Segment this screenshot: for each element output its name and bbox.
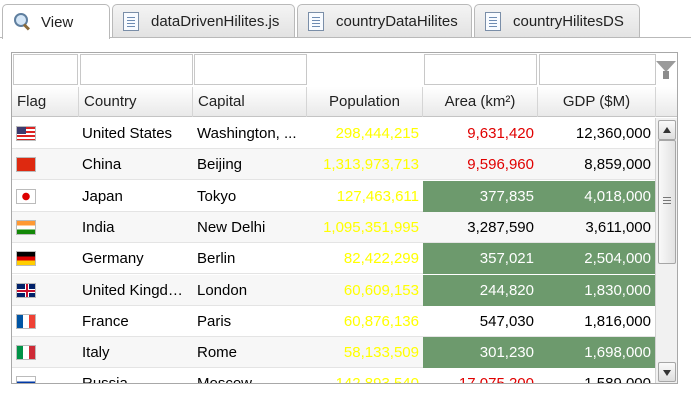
cell-area: 547,030 [479, 312, 534, 330]
cell-country: Germany [82, 250, 144, 268]
cell-gdp: 1,589,000 [584, 375, 651, 384]
document-icon [308, 11, 326, 32]
flag-us-icon [16, 126, 36, 141]
cell-country: United Kingd… [82, 281, 183, 299]
filter-gdp[interactable] [539, 54, 656, 85]
cell-population: 142,893,540 [335, 375, 419, 384]
vertical-scrollbar[interactable] [655, 118, 677, 383]
cell-area: 17,075,200 [458, 375, 534, 384]
cell-capital: Beijing [197, 156, 243, 174]
flag-gb-icon [16, 282, 36, 298]
scroll-thumb[interactable] [658, 140, 676, 264]
table-row[interactable]: Italy Rome 58,133,509 301,230 1,698,000 [12, 337, 655, 369]
cell-gdp: 1,698,000 [538, 337, 655, 369]
filter-editor-row [12, 53, 677, 87]
document-icon [485, 11, 503, 32]
flag-in-icon [16, 219, 36, 235]
cell-population: 82,422,299 [343, 250, 419, 268]
scroll-down-icon[interactable] [658, 362, 676, 382]
header-capital[interactable]: Capital [193, 87, 307, 117]
grid-body: United States Washington, ... 298,444,215 9… [12, 118, 655, 384]
cell-population: 58,133,509 [343, 344, 419, 362]
header-gdp[interactable]: GDP ($M) [538, 87, 656, 117]
cell-gdp: 8,859,000 [584, 156, 651, 174]
cell-country: India [82, 218, 115, 236]
cell-capital: London [197, 281, 248, 299]
cell-capital: Tokyo [197, 187, 237, 205]
scroll-up-icon[interactable] [658, 120, 676, 140]
table-row[interactable]: Russia Moscow 142,893,540 17,075,200 1,589,0… [12, 368, 655, 384]
cell-capital: New Delhi [197, 218, 266, 236]
flag-fr-icon [16, 313, 36, 329]
cell-gdp: 12,360,000 [575, 125, 651, 142]
tab-label: countryHilitesDS [513, 13, 624, 30]
cell-gdp: 1,830,000 [538, 274, 655, 306]
header-area[interactable]: Area (km²) [423, 87, 538, 117]
cell-population: 60,876,136 [343, 312, 419, 330]
filter-capital[interactable] [194, 54, 307, 85]
cell-country: Russia [82, 375, 128, 384]
flag-jp-icon [16, 188, 36, 204]
tab-bar: View dataDrivenHilites.js countryDataHil… [0, 0, 691, 39]
header-country[interactable]: Country [79, 87, 193, 117]
tab-view[interactable]: View [2, 4, 110, 39]
flag-it-icon [16, 345, 36, 361]
funnel-icon[interactable] [655, 59, 677, 81]
flag-cn-icon [16, 157, 36, 173]
cell-capital: Moscow [197, 375, 253, 384]
flag-ru-icon [16, 376, 36, 383]
tab-label: countryDataHilites [336, 13, 458, 30]
table-row[interactable]: United States Washington, ... 298,444,215 9… [12, 118, 655, 149]
tab-countryhilitesds[interactable]: countryHilitesDS [474, 4, 640, 38]
cell-country: Italy [82, 344, 110, 362]
cell-population: 298,444,215 [335, 125, 419, 142]
filter-flag[interactable] [13, 54, 78, 85]
cell-gdp: 3,611,000 [585, 218, 651, 236]
flag-de-icon [16, 251, 36, 267]
table-row[interactable]: Germany Berlin 82,422,299 357,021 2,504,000 [12, 243, 655, 275]
cell-area: 9,631,420 [467, 125, 534, 142]
header-flag[interactable]: Flag [12, 87, 79, 117]
cell-country: United States [82, 125, 173, 142]
filter-country[interactable] [80, 54, 193, 85]
document-icon [123, 11, 141, 32]
cell-gdp: 1,816,000 [584, 312, 651, 330]
cell-capital: Paris [197, 312, 232, 330]
cell-area: 301,230 [423, 337, 538, 369]
header-population[interactable]: Population [307, 87, 423, 117]
table-row[interactable]: India New Delhi 1,095,351,995 3,287,590 3,61… [12, 211, 655, 243]
table-row[interactable]: United Kingd… London 60,609,153 244,820 1,83… [12, 274, 655, 306]
cell-capital: Rome [197, 344, 238, 362]
cell-area: 377,835 [423, 180, 538, 212]
tab-label: View [41, 13, 74, 31]
filter-area[interactable] [424, 54, 537, 85]
column-header-row: Flag Country Capital Population Area (km… [12, 87, 677, 117]
cell-population: 127,463,611 [336, 187, 419, 205]
tab-datadrivenhilites-js[interactable]: dataDrivenHilites.js [112, 4, 295, 38]
cell-population: 1,313,973,713 [323, 156, 419, 174]
cell-gdp: 2,504,000 [538, 243, 655, 275]
table-row[interactable]: France Paris 60,876,136 547,030 1,816,000 [12, 306, 655, 337]
cell-area: 3,287,590 [467, 218, 534, 236]
cell-gdp: 4,018,000 [538, 180, 655, 212]
table-row[interactable]: China Beijing 1,313,973,713 9,596,960 8,859,… [12, 149, 655, 181]
cell-capital: Washington, ... [197, 125, 297, 142]
cell-area: 9,596,960 [467, 156, 534, 174]
cell-country: France [82, 312, 129, 330]
cell-population: 1,095,351,995 [323, 218, 419, 236]
cell-capital: Berlin [197, 250, 236, 268]
cell-country: Japan [82, 187, 123, 205]
cell-area: 357,021 [423, 243, 538, 275]
magnifier-icon [13, 12, 31, 32]
tab-label: dataDrivenHilites.js [151, 13, 280, 30]
cell-area: 244,820 [423, 274, 538, 306]
cell-population: 60,609,153 [343, 281, 419, 299]
table-row[interactable]: Japan Tokyo 127,463,611 377,835 4,018,000 [12, 180, 655, 212]
country-grid: Flag Country Capital Population Area (km… [11, 52, 678, 384]
cell-country: China [82, 156, 122, 174]
tab-countrydatahilites[interactable]: countryDataHilites [297, 4, 472, 38]
